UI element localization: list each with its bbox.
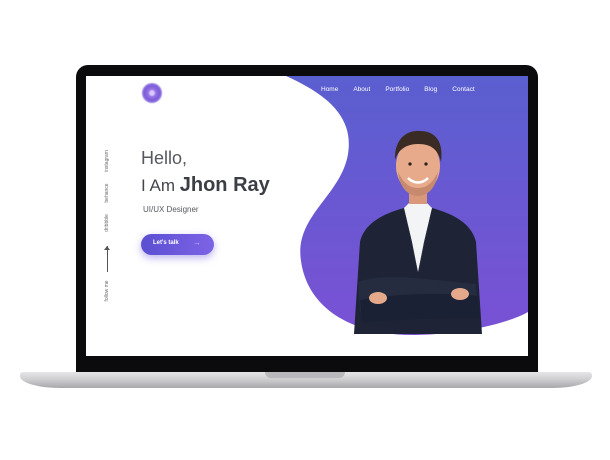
nav-portfolio[interactable]: Portfolio [385,86,409,93]
hero-greeting: Hello, [141,148,188,168]
nav-about[interactable]: About [353,86,370,93]
nav-contact[interactable]: Contact [452,86,474,93]
social-links: instagram behance dribbble follow me [100,150,114,310]
logo-blob-icon[interactable] [142,83,162,103]
main-nav: Home About Portfolio Blog Contact [321,86,490,93]
social-behance[interactable]: behance [104,183,110,202]
nav-blog[interactable]: Blog [424,86,437,93]
lets-talk-label: Let's talk [153,240,179,246]
nav-home[interactable]: Home [321,86,338,93]
hero-role: UI/UX Designer [143,205,199,214]
social-instagram[interactable]: instagram [104,150,110,172]
hero-name: Jhon Ray [179,174,270,196]
logo-dot [149,90,155,96]
lets-talk-button[interactable]: Let's talk → [141,234,214,255]
social-dribbble[interactable]: dribbble [104,214,110,232]
follow-me-label: follow me [104,280,110,302]
laptop-screen: Home About Portfolio Blog Contact instag… [86,76,528,356]
arrow-right-icon: → [193,238,201,247]
laptop-notch [265,372,345,378]
profile-photo [354,130,482,334]
arrow-up-icon [104,246,110,250]
hero-intro-prefix: I Am [141,176,176,195]
hero-intro: I Am Jhon Ray [141,174,270,197]
